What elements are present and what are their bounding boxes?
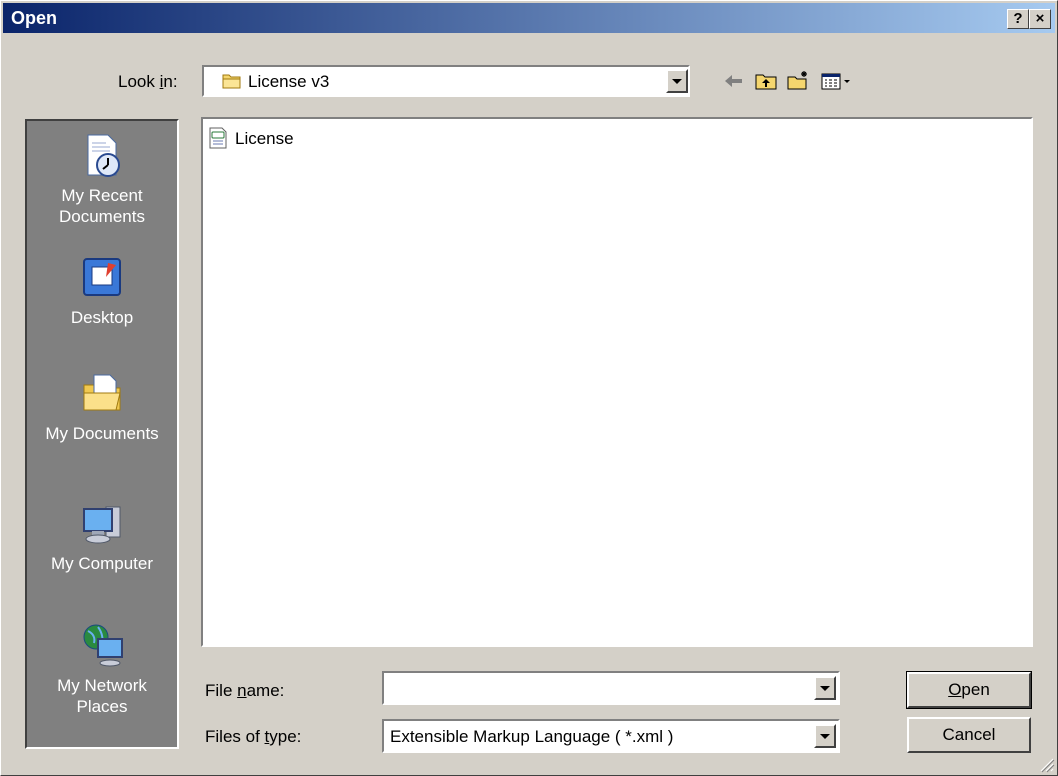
recent-documents-icon bbox=[87, 134, 120, 177]
network-places-icon bbox=[83, 624, 123, 667]
open-button[interactable]: Open bbox=[906, 671, 1032, 709]
file-name-combobox[interactable] bbox=[382, 671, 840, 705]
file-name-dropdown-button[interactable] bbox=[814, 676, 836, 700]
title-bar[interactable]: Open ? × bbox=[3, 3, 1055, 33]
my-computer-icon bbox=[83, 506, 121, 544]
window-title: Open bbox=[11, 8, 58, 28]
folder-icon bbox=[222, 74, 241, 89]
file-type-label: Files of type: bbox=[205, 727, 302, 746]
file-list[interactable]: License bbox=[201, 117, 1033, 647]
look-in-value: License v3 bbox=[248, 72, 330, 91]
look-in-combobox[interactable]: License v3 bbox=[202, 65, 690, 97]
resize-grip-icon[interactable] bbox=[1037, 755, 1055, 773]
place-recent-documents[interactable]: My Recent Documents bbox=[27, 131, 177, 227]
file-type-dropdown-button[interactable] bbox=[814, 724, 836, 748]
place-network-places[interactable]: My Network Places bbox=[27, 621, 177, 717]
file-type-combobox[interactable]: Extensible Markup Language ( *.xml ) bbox=[382, 719, 840, 753]
look-in-dropdown-button[interactable] bbox=[666, 69, 688, 93]
file-name-text: License bbox=[235, 129, 294, 148]
desktop-icon bbox=[83, 258, 121, 296]
cancel-button[interactable]: Cancel bbox=[907, 717, 1031, 753]
place-my-computer[interactable]: My Computer bbox=[27, 499, 177, 574]
close-button[interactable]: × bbox=[1029, 9, 1051, 29]
open-dialog: Open ? × Look in: License v3 My Recent D… bbox=[0, 0, 1058, 776]
back-arrow-icon[interactable] bbox=[721, 69, 747, 93]
place-my-documents[interactable]: My Documents bbox=[27, 369, 177, 444]
help-button[interactable]: ? bbox=[1007, 9, 1029, 29]
look-in-label: Look in: bbox=[118, 72, 178, 91]
file-name-label: File name: bbox=[205, 681, 285, 700]
views-menu-icon[interactable] bbox=[819, 69, 853, 93]
xml-file-icon bbox=[209, 127, 227, 149]
up-folder-icon[interactable] bbox=[753, 69, 779, 93]
new-folder-icon[interactable] bbox=[785, 69, 811, 93]
places-bar: My Recent Documents Desktop My Documents bbox=[25, 119, 179, 749]
my-documents-icon bbox=[83, 374, 121, 411]
file-type-value: Extensible Markup Language ( *.xml ) bbox=[390, 727, 674, 746]
place-desktop[interactable]: Desktop bbox=[27, 253, 177, 328]
